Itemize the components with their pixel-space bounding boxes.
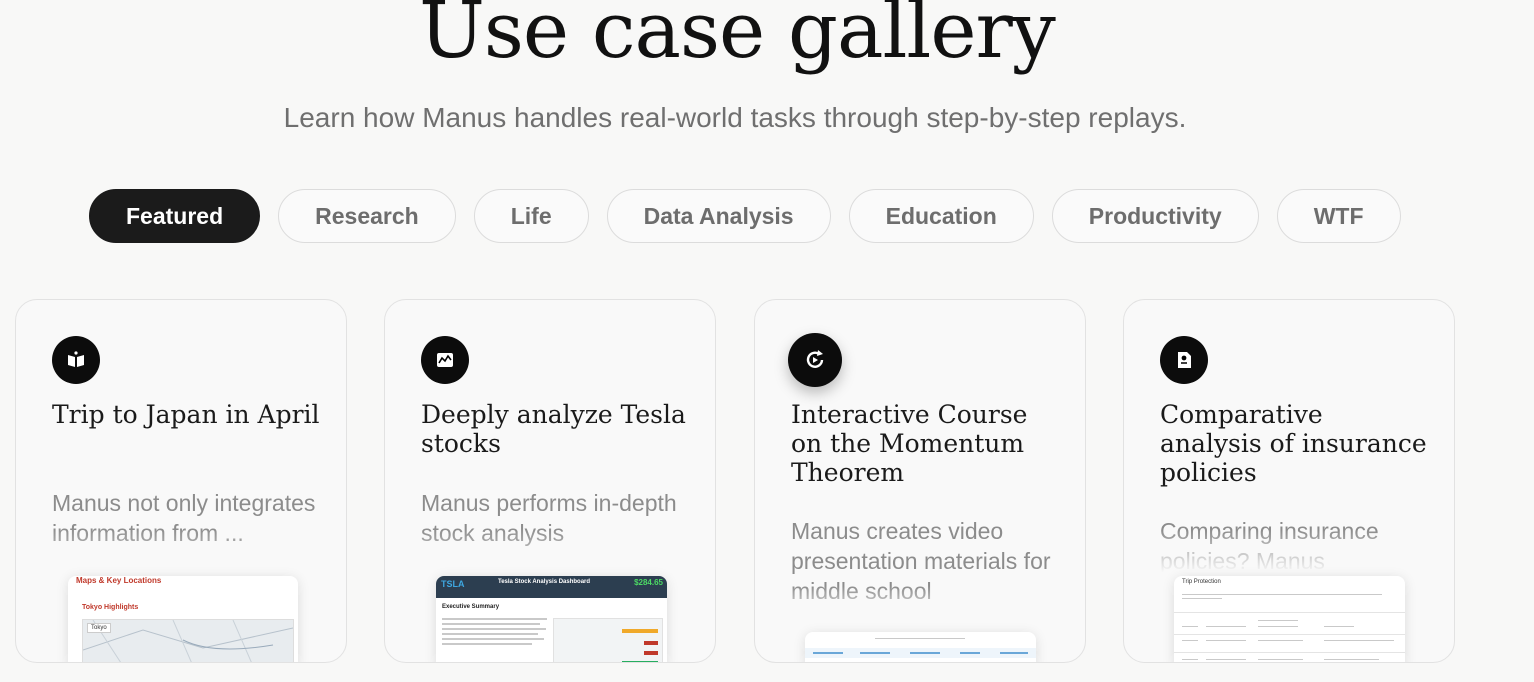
card-preview-table: Trip Protection: [1174, 576, 1405, 662]
use-case-card-japan-trip[interactable]: Trip to Japan in April Manus not only in…: [15, 299, 347, 663]
preview-subheading: Tokyo Highlights: [82, 604, 139, 611]
card-title: Interactive Course on the Momentum Theor…: [791, 400, 1028, 487]
card-preview-dashboard: TSLA Tesla Stock Analysis Dashboard $284…: [436, 576, 667, 662]
tab-wtf[interactable]: WTF: [1276, 189, 1401, 243]
tab-productivity[interactable]: Productivity: [1051, 189, 1259, 243]
page-title: Use case gallery: [419, 0, 1056, 76]
map-place-label: Tokyo: [87, 623, 111, 633]
replay-icon: [788, 333, 842, 387]
page-subtitle: Learn how Manus handles real-world tasks…: [283, 102, 1187, 133]
use-case-card-momentum-course[interactable]: Interactive Course on the Momentum Theor…: [754, 299, 1086, 663]
document-icon: [1160, 336, 1208, 384]
tab-featured[interactable]: Featured: [89, 189, 261, 243]
dashboard-price: $284.65: [634, 578, 663, 587]
dashboard-section: Executive Summary: [442, 604, 500, 610]
tab-research[interactable]: Research: [278, 189, 456, 243]
preview-heading: Trip Protection: [1182, 579, 1221, 585]
card-preview-slides: [805, 632, 1036, 662]
book-icon: [52, 336, 100, 384]
card-preview-map: Maps & Key Locations Tokyo Highlights To…: [68, 576, 298, 662]
dashboard-title: Tesla Stock Analysis Dashboard: [498, 579, 591, 585]
tab-education[interactable]: Education: [848, 189, 1034, 243]
dashboard-metrics-panel: [553, 618, 663, 662]
use-case-card-insurance-policies[interactable]: Comparative analysis of insurance polici…: [1123, 299, 1455, 663]
chart-icon: [421, 336, 469, 384]
dashboard-header: TSLA Tesla Stock Analysis Dashboard $284…: [436, 576, 667, 598]
card-title: Comparative analysis of insurance polici…: [1160, 400, 1427, 487]
category-tabs: Featured Research Life Data Analysis Edu…: [89, 189, 1401, 243]
tab-life[interactable]: Life: [473, 189, 589, 243]
tab-data-analysis[interactable]: Data Analysis: [606, 189, 831, 243]
dashboard-ticker: TSLA: [441, 579, 465, 589]
map-image: Tokyo: [82, 619, 294, 662]
use-case-card-tesla-stocks[interactable]: Deeply analyze Tesla stocks Manus perfor…: [384, 299, 716, 663]
card-title: Deeply analyze Tesla stocks: [421, 400, 686, 458]
card-title: Trip to Japan in April: [52, 400, 320, 429]
preview-heading: Maps & Key Locations: [76, 576, 162, 585]
